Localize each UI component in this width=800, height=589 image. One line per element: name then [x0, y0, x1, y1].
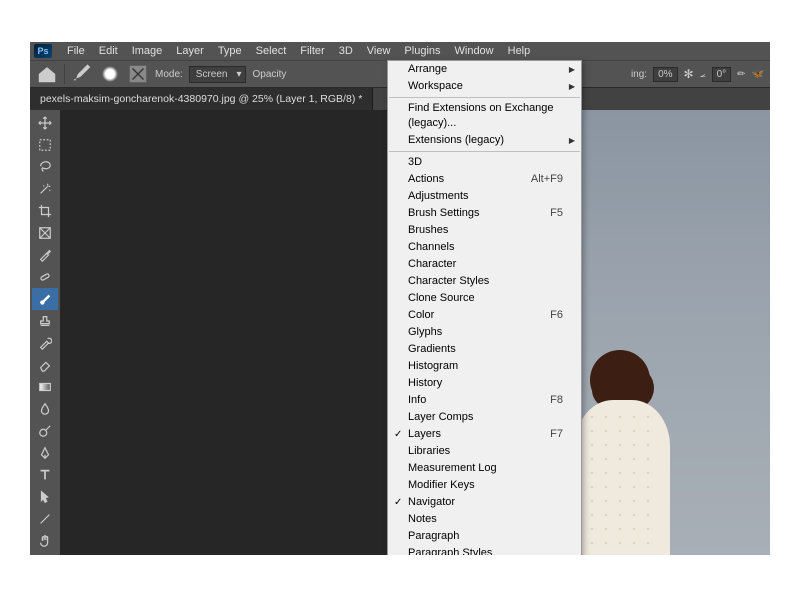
tool-dodge[interactable]: [32, 420, 58, 442]
menu-item-workspace[interactable]: Workspace: [388, 78, 581, 95]
menu-select[interactable]: Select: [249, 45, 294, 57]
menu-item-modifier-keys[interactable]: Modifier Keys: [388, 477, 581, 494]
menu-window[interactable]: Window: [448, 45, 501, 57]
menu-item-layer-comps[interactable]: Layer Comps: [388, 409, 581, 426]
menu-bar: Ps File Edit Image Layer Type Select Fil…: [30, 42, 770, 60]
menu-item-brush-settings[interactable]: Brush SettingsF5: [388, 205, 581, 222]
app-window: Ps File Edit Image Layer Type Select Fil…: [30, 42, 770, 555]
menu-item-extensions[interactable]: Extensions (legacy): [388, 132, 581, 149]
menu-item-info[interactable]: InfoF8: [388, 392, 581, 409]
opacity-label: Opacity: [252, 69, 286, 80]
tool-move[interactable]: [32, 112, 58, 134]
brush-preview[interactable]: [99, 63, 121, 85]
tools-panel: [30, 110, 60, 555]
gear-icon[interactable]: ✻: [684, 67, 694, 81]
mode-label: Mode:: [155, 69, 183, 80]
tool-marquee[interactable]: [32, 134, 58, 156]
menu-item-arrange[interactable]: Arrange: [388, 61, 581, 78]
menu-type[interactable]: Type: [211, 45, 249, 57]
app-logo: Ps: [34, 44, 52, 58]
tool-lasso[interactable]: [32, 156, 58, 178]
menu-item-libraries[interactable]: Libraries: [388, 443, 581, 460]
separator: [64, 64, 65, 84]
menu-item-navigator[interactable]: Navigator: [388, 494, 581, 511]
tool-history-brush[interactable]: [32, 332, 58, 354]
tool-line[interactable]: [32, 508, 58, 530]
tool-gradient[interactable]: [32, 376, 58, 398]
menu-item-paragraph[interactable]: Paragraph: [388, 528, 581, 545]
menu-help[interactable]: Help: [501, 45, 538, 57]
menu-filter[interactable]: Filter: [293, 45, 331, 57]
menu-plugins[interactable]: Plugins: [397, 45, 447, 57]
angle-icon: ⦟: [700, 69, 706, 80]
pressure-icon[interactable]: ✏: [737, 69, 745, 80]
tool-heal[interactable]: [32, 266, 58, 288]
tool-wand[interactable]: [32, 178, 58, 200]
menu-item-character[interactable]: Character: [388, 256, 581, 273]
menu-separator: [389, 151, 580, 152]
menu-item-color[interactable]: ColorF6: [388, 307, 581, 324]
smoothing-label: ing:: [631, 69, 647, 80]
angle-value[interactable]: 0°: [712, 67, 732, 82]
smoothing-value[interactable]: 0%: [653, 67, 677, 82]
tool-brush[interactable]: [32, 288, 58, 310]
menu-item-adjustments[interactable]: Adjustments: [388, 188, 581, 205]
document-tab[interactable]: pexels-maksim-goncharenok-4380970.jpg @ …: [30, 88, 373, 110]
menu-item-gradients[interactable]: Gradients: [388, 341, 581, 358]
menu-item-actions[interactable]: ActionsAlt+F9: [388, 171, 581, 188]
tool-eraser[interactable]: [32, 354, 58, 376]
menu-item-histogram[interactable]: Histogram: [388, 358, 581, 375]
blend-mode-select[interactable]: Screen▾: [189, 66, 247, 83]
tool-pen[interactable]: [32, 442, 58, 464]
menu-item-measurement-log[interactable]: Measurement Log: [388, 460, 581, 477]
menu-item-find-extensions[interactable]: Find Extensions on Exchange (legacy)...: [388, 100, 581, 132]
menu-layer[interactable]: Layer: [169, 45, 211, 57]
menu-item-channels[interactable]: Channels: [388, 239, 581, 256]
tool-path-select[interactable]: [32, 486, 58, 508]
tool-blur[interactable]: [32, 398, 58, 420]
home-icon[interactable]: [36, 63, 58, 85]
tool-frame[interactable]: [32, 222, 58, 244]
menu-item-clone-source[interactable]: Clone Source: [388, 290, 581, 307]
window-menu-dropdown: Arrange Workspace Find Extensions on Exc…: [387, 60, 582, 555]
tool-hand[interactable]: [32, 530, 58, 552]
menu-item-brushes[interactable]: Brushes: [388, 222, 581, 239]
menu-separator: [389, 97, 580, 98]
document-image: [570, 110, 770, 555]
menu-image[interactable]: Image: [125, 45, 170, 57]
brush-tool-icon[interactable]: [71, 63, 93, 85]
menu-item-glyphs[interactable]: Glyphs: [388, 324, 581, 341]
brush-panel-icon[interactable]: [127, 63, 149, 85]
tool-eyedropper[interactable]: [32, 244, 58, 266]
menu-edit[interactable]: Edit: [92, 45, 125, 57]
tool-crop[interactable]: [32, 200, 58, 222]
menu-item-3d[interactable]: 3D: [388, 154, 581, 171]
butterfly-icon[interactable]: 🦋: [752, 69, 764, 80]
tool-stamp[interactable]: [32, 310, 58, 332]
menu-item-character-styles[interactable]: Character Styles: [388, 273, 581, 290]
tool-type[interactable]: [32, 464, 58, 486]
menu-item-layers[interactable]: LayersF7: [388, 426, 581, 443]
menu-3d[interactable]: 3D: [332, 45, 360, 57]
menu-item-history[interactable]: History: [388, 375, 581, 392]
menu-item-notes[interactable]: Notes: [388, 511, 581, 528]
image-content: [575, 400, 670, 555]
menu-item-paragraph-styles[interactable]: Paragraph Styles: [388, 545, 581, 555]
menu-view[interactable]: View: [360, 45, 398, 57]
menu-file[interactable]: File: [60, 45, 92, 57]
